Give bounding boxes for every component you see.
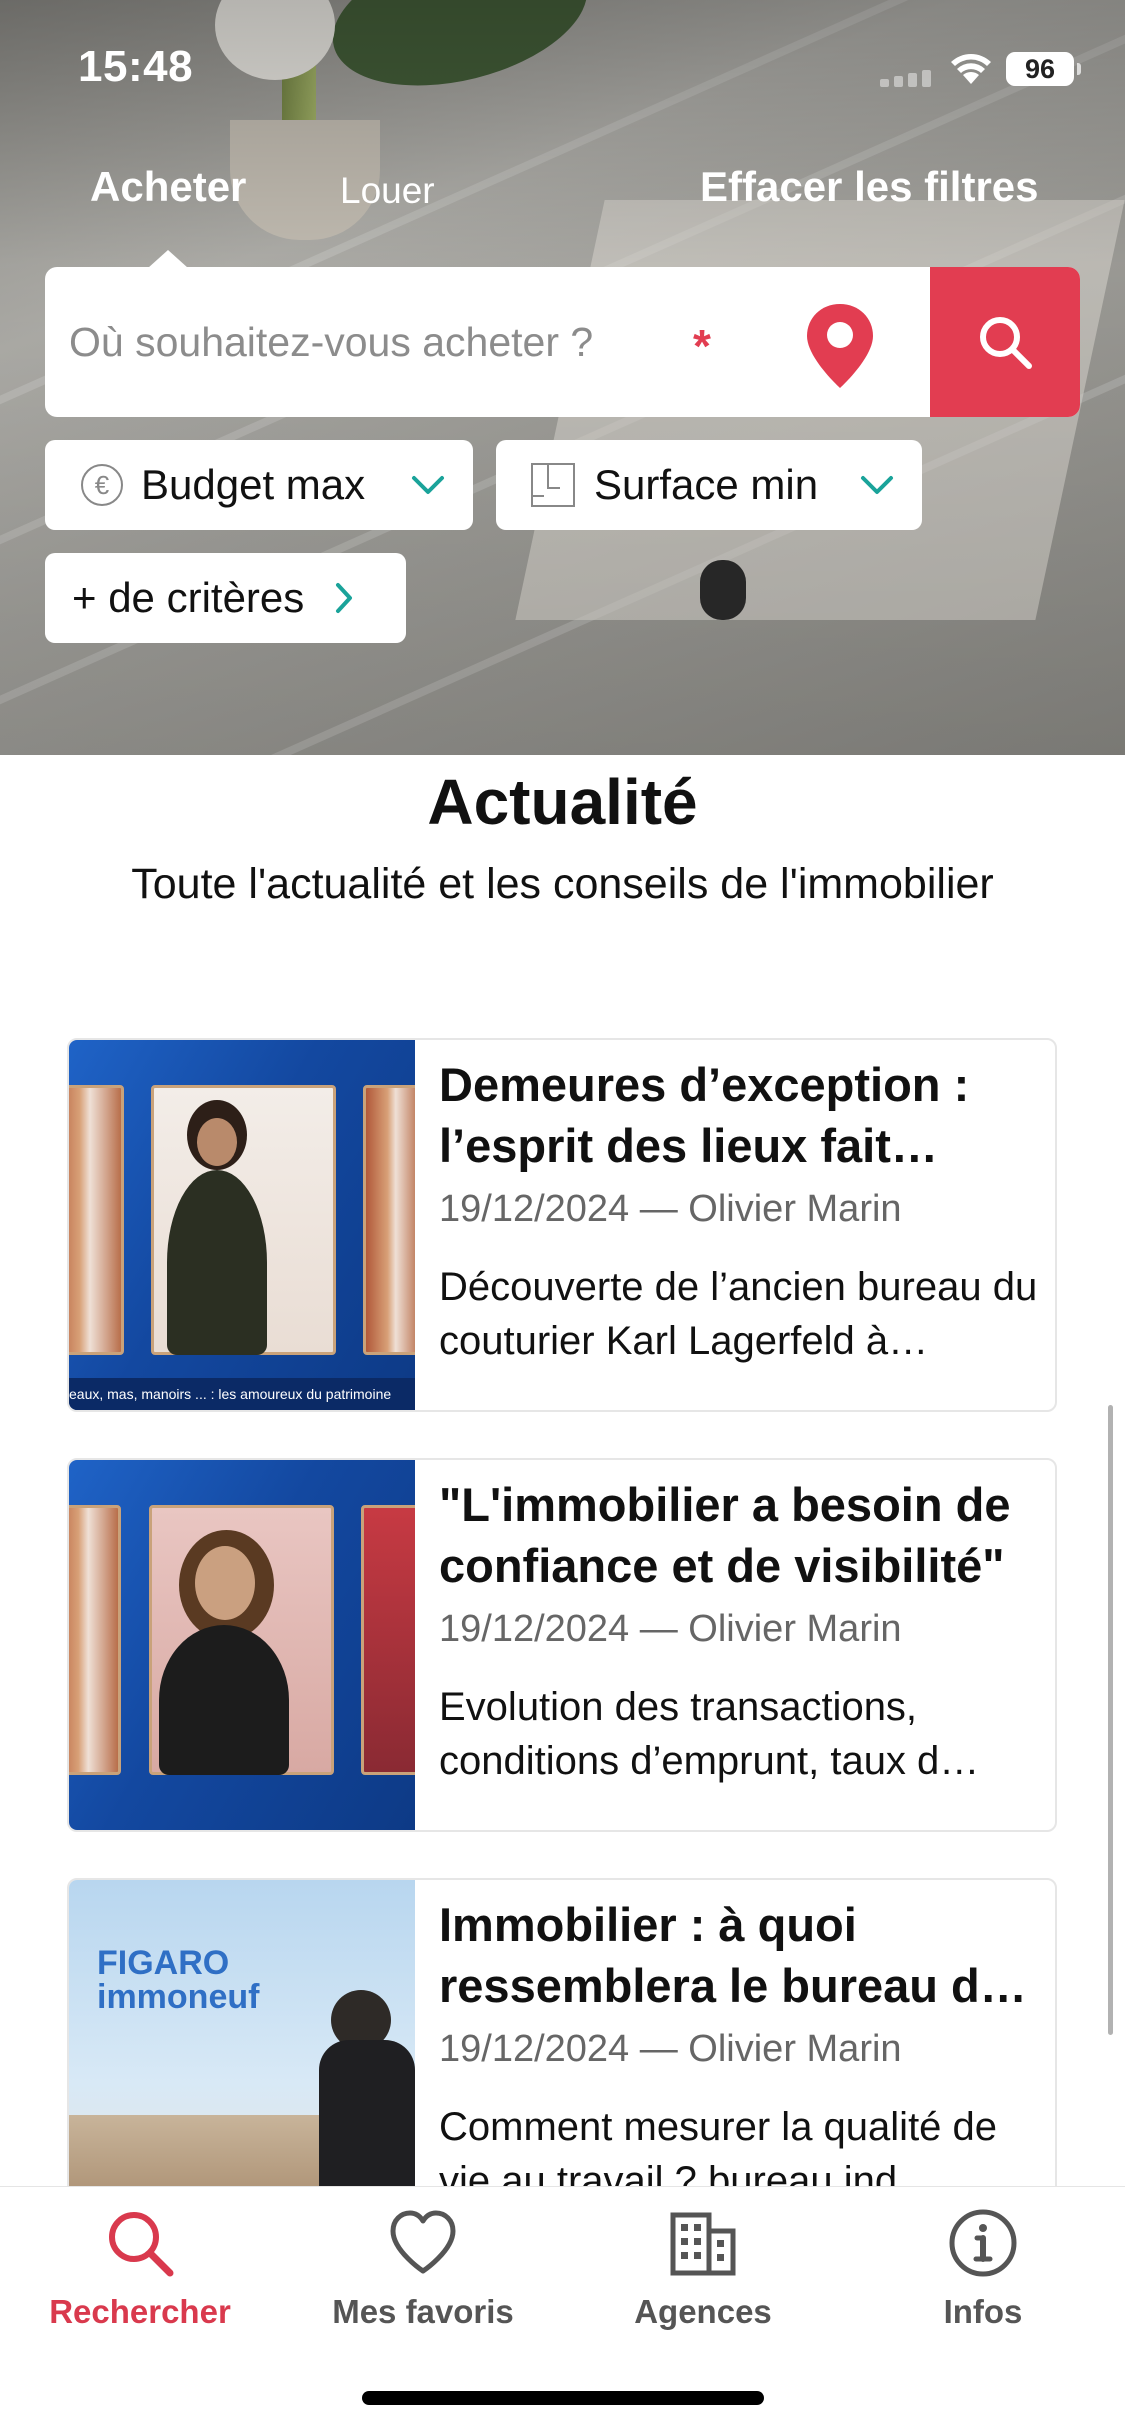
info-icon [949, 2209, 1017, 2277]
article-meta: 19/12/2024 — Olivier Marin [439, 1608, 902, 1650]
figaro-immoneuf-logo: FIGARO immoneuf [97, 1944, 260, 2016]
tab-acheter[interactable]: Acheter [90, 163, 246, 211]
tab-label: Agences [634, 2293, 772, 2330]
euro-icon: € [81, 464, 123, 506]
clear-filters-button[interactable]: Effacer les filtres [700, 163, 1039, 211]
search-icon [109, 2212, 174, 2277]
tab-mes-favoris[interactable]: Mes favoris [303, 2207, 543, 2331]
article-meta: 19/12/2024 — Olivier Marin [439, 1188, 902, 1230]
battery-icon: 96 [1006, 52, 1081, 86]
map-pin-icon[interactable] [803, 302, 877, 390]
tab-agences[interactable]: Agences [583, 2207, 823, 2331]
status-bar: 15:48 96 [0, 0, 1125, 140]
floor-plan-icon [531, 463, 575, 507]
article-thumbnail [69, 1460, 415, 1830]
thumbnail-caption: eaux, mas, manoirs ... : les amoureux du… [69, 1378, 415, 1410]
news-title: Actualité [427, 766, 698, 838]
tab-label: Infos [943, 2293, 1023, 2330]
article-card[interactable]: eaux, mas, manoirs ... : les amoureux du… [67, 1038, 1057, 1412]
wifi-icon [951, 54, 991, 84]
scroll-indicator[interactable] [1108, 1405, 1113, 2035]
cellular-signal-icon [880, 70, 931, 87]
location-search-input[interactable] [69, 267, 829, 417]
budget-max-filter[interactable]: € Budget max [45, 440, 473, 530]
chevron-down-icon [412, 476, 444, 494]
surface-min-filter[interactable]: Surface min [496, 440, 922, 530]
chevron-down-icon [861, 476, 893, 494]
active-tab-caret [148, 250, 188, 268]
chevron-right-icon [336, 583, 353, 613]
article-headline: "L'immobilier a besoin de confiance et d… [439, 1478, 1011, 1592]
article-excerpt: Evolution des transactions, conditions d… [439, 1685, 980, 1783]
tab-rechercher[interactable]: Rechercher [20, 2207, 260, 2331]
search-button[interactable] [930, 267, 1080, 417]
article-headline: Demeures d’exception : l’esprit des lieu… [439, 1058, 970, 1172]
tab-infos[interactable]: Infos [863, 2207, 1103, 2331]
status-time: 15:48 [78, 42, 194, 91]
required-marker: * [693, 320, 711, 372]
more-criteria-button[interactable]: + de critères [45, 553, 406, 643]
article-card[interactable]: "L'immobilier a besoin de confiance et d… [67, 1458, 1057, 1832]
tab-louer[interactable]: Louer [340, 170, 435, 212]
search-bar: * [45, 267, 1080, 417]
magnifier-icon [980, 317, 1032, 369]
heart-icon [390, 2210, 456, 2274]
article-excerpt: Découverte de l’ancien bureau du couturi… [439, 1265, 1038, 1363]
tab-label: Mes favoris [332, 2293, 514, 2330]
home-indicator [362, 2391, 764, 2405]
more-criteria-label: + de critères [72, 574, 305, 621]
article-headline: Immobilier : à quoi ressemblera le burea… [439, 1898, 1006, 2012]
surface-min-label: Surface min [594, 461, 819, 508]
article-thumbnail: eaux, mas, manoirs ... : les amoureux du… [69, 1040, 415, 1410]
budget-max-label: Budget max [141, 461, 366, 508]
article-meta: 19/12/2024 — Olivier Marin [439, 2028, 902, 2070]
news-subtitle: Toute l'actualité et les conseils de l'i… [131, 860, 994, 908]
building-icon [670, 2212, 736, 2276]
tab-label: Rechercher [49, 2293, 231, 2330]
